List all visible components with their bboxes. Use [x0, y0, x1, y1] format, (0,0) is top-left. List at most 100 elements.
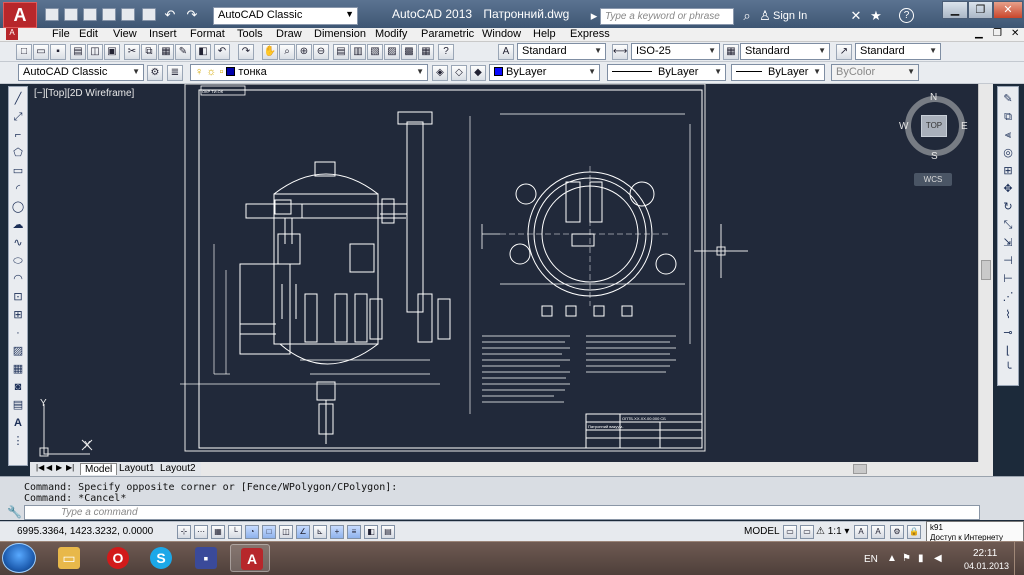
table-style-combo[interactable]: Standard ▼ — [740, 43, 830, 60]
publish-icon[interactable]: ▣ — [104, 44, 120, 60]
add-selected-icon[interactable]: ⋮ — [10, 433, 26, 449]
menu-window[interactable]: Window — [482, 28, 521, 40]
hatch-icon[interactable]: ▨ — [10, 343, 26, 359]
matchprop-icon[interactable]: ✎ — [175, 44, 191, 60]
viewcube-top-face[interactable]: TOP — [921, 115, 947, 137]
lineweight-combo[interactable]: ByLayer ▼ — [731, 64, 825, 81]
drawing-canvas[interactable]: ОКР ТИ.ОК ОПТБ.ХХ.ХХ.00.000 СБ Патронний… — [30, 84, 993, 462]
table-icon[interactable]: ▤ — [10, 397, 26, 413]
menu-tools[interactable]: Tools — [237, 28, 263, 40]
plot-style-combo[interactable]: ByColor ▼ — [831, 64, 919, 81]
viewcube-north[interactable]: N — [930, 92, 937, 103]
help-tool-icon[interactable]: ? — [438, 44, 454, 60]
stretch-icon[interactable]: ⇲ — [1000, 235, 1016, 251]
workspace-settings-icon[interactable]: ⚙ — [147, 65, 163, 81]
gradient-icon[interactable]: ▦ — [10, 361, 26, 377]
circle-icon[interactable]: ◯ — [10, 199, 26, 215]
make-block-icon[interactable]: ⊞ — [10, 307, 26, 323]
undo-icon[interactable]: ↶ — [162, 7, 178, 23]
workspace-combo[interactable]: AutoCAD Classic ▼ — [213, 7, 358, 25]
last-tab-button[interactable]: ▶| — [62, 463, 78, 475]
network-icon[interactable]: ▮ — [918, 553, 924, 564]
text-style-icon[interactable]: A — [498, 44, 514, 60]
markup-icon[interactable]: ▩ — [401, 44, 417, 60]
menu-file[interactable]: File — [52, 28, 70, 40]
viewcube-east[interactable]: E — [961, 121, 968, 132]
redo-tool-icon[interactable]: ↷ — [238, 44, 254, 60]
command-input[interactable]: Type a command — [24, 505, 980, 520]
chamfer-icon[interactable]: ⌊ — [1000, 343, 1016, 359]
block-editor-icon[interactable]: ◧ — [195, 44, 211, 60]
open-icon[interactable] — [64, 8, 78, 21]
paste-icon[interactable]: ▦ — [158, 44, 174, 60]
sheet-set-icon[interactable]: ▨ — [384, 44, 400, 60]
cut-icon[interactable]: ✂ — [124, 44, 140, 60]
doc-restore-button[interactable]: ❐ — [993, 28, 1002, 39]
viewport-controls-label[interactable]: [−][Top][2D Wireframe] — [34, 88, 134, 99]
snap-mode-icon[interactable]: ⋯ — [194, 525, 208, 539]
quick-properties-icon[interactable]: ▤ — [381, 525, 395, 539]
start-button[interactable] — [2, 543, 36, 573]
tab-layout1[interactable]: Layout1 — [115, 463, 159, 475]
volume-icon[interactable]: ◀ — [934, 553, 942, 564]
doc-minimize-button[interactable]: ▁ — [975, 28, 983, 39]
clock-time[interactable]: 22:11 — [973, 548, 997, 559]
insert-block-icon[interactable]: ⊡ — [10, 289, 26, 305]
sign-in-link[interactable]: Sign In — [773, 10, 807, 22]
mirror-icon[interactable]: ⫷ — [1000, 127, 1016, 143]
layer-combo[interactable]: ♀ ☼ ▫ тонка ▼ — [190, 64, 428, 81]
menu-format[interactable]: Format — [190, 28, 225, 40]
maximize-button[interactable]: ❐ — [968, 1, 993, 19]
new-icon[interactable] — [45, 8, 59, 21]
menu-express[interactable]: Express — [570, 28, 610, 40]
preview-icon[interactable]: ◫ — [87, 44, 103, 60]
rotate-icon[interactable]: ↻ — [1000, 199, 1016, 215]
plot-preview-icon[interactable] — [121, 8, 135, 21]
infer-constraints-icon[interactable]: ⊹ — [177, 525, 191, 539]
ellipse-arc-icon[interactable]: ◠ — [10, 271, 26, 287]
trim-icon[interactable]: ⊣ — [1000, 253, 1016, 269]
taskbar-skype[interactable]: S — [140, 544, 180, 572]
erase-icon[interactable]: ✎ — [1000, 91, 1016, 107]
doc-close-button[interactable]: ✕ — [1011, 28, 1019, 39]
menu-insert[interactable]: Insert — [149, 28, 177, 40]
viewcube-south[interactable]: S — [931, 151, 938, 162]
region-icon[interactable]: ◙ — [10, 379, 26, 395]
menu-parametric[interactable]: Parametric — [421, 28, 474, 40]
horizontal-scroll-thumb[interactable] — [853, 464, 867, 474]
coordinates-readout[interactable]: 6995.3364, 1423.3232, 0.0000 — [17, 526, 153, 537]
transparency-icon[interactable]: ◧ — [364, 525, 378, 539]
offset-icon[interactable]: ◎ — [1000, 145, 1016, 161]
multileader-style-icon[interactable]: ↗ — [836, 44, 852, 60]
vertical-scroll-thumb[interactable] — [981, 260, 991, 280]
auto-scale-icon[interactable]: A — [871, 525, 885, 539]
toolbar-lock-icon[interactable]: 🔒 — [907, 525, 921, 539]
linetype-combo[interactable]: ByLayer ▼ — [607, 64, 726, 81]
fillet-icon[interactable]: ╰ — [1000, 361, 1016, 377]
zoom-realtime-icon[interactable]: ⌕ — [279, 44, 295, 60]
user-icon[interactable]: ♙ — [757, 8, 773, 24]
plot-file-icon[interactable]: ▤ — [70, 44, 86, 60]
move-icon[interactable]: ✥ — [1000, 181, 1016, 197]
3d-object-snap-icon[interactable]: ◫ — [279, 525, 293, 539]
menu-view[interactable]: View — [113, 28, 137, 40]
spline-icon[interactable]: ∿ — [10, 235, 26, 251]
workspace-switching-icon[interactable]: ⚙ — [890, 525, 904, 539]
object-snap-tracking-icon[interactable]: ∠ — [296, 525, 310, 539]
flag-icon[interactable]: ⚑ — [902, 553, 911, 564]
rectangle-icon[interactable]: ▭ — [10, 163, 26, 179]
revision-cloud-icon[interactable]: ☁ — [10, 217, 26, 233]
polygon-icon[interactable]: ⬠ — [10, 145, 26, 161]
language-indicator[interactable]: EN — [864, 554, 878, 565]
taskbar-opera[interactable]: O — [97, 544, 137, 572]
color-combo[interactable]: ByLayer ▼ — [489, 64, 600, 81]
break-point-icon[interactable]: ⋰ — [1000, 289, 1016, 305]
point-icon[interactable]: · — [10, 325, 26, 341]
vertical-scrollbar[interactable] — [978, 84, 993, 462]
menu-modify[interactable]: Modify — [375, 28, 407, 40]
construction-line-icon[interactable]: ⤢ — [10, 109, 26, 125]
make-current-layer-icon[interactable]: ◈ — [432, 65, 448, 81]
workspace-toolbar-combo[interactable]: AutoCAD Classic ▼ — [18, 64, 144, 81]
menu-help[interactable]: Help — [533, 28, 556, 40]
layer-isolate-icon[interactable]: ◆ — [470, 65, 486, 81]
